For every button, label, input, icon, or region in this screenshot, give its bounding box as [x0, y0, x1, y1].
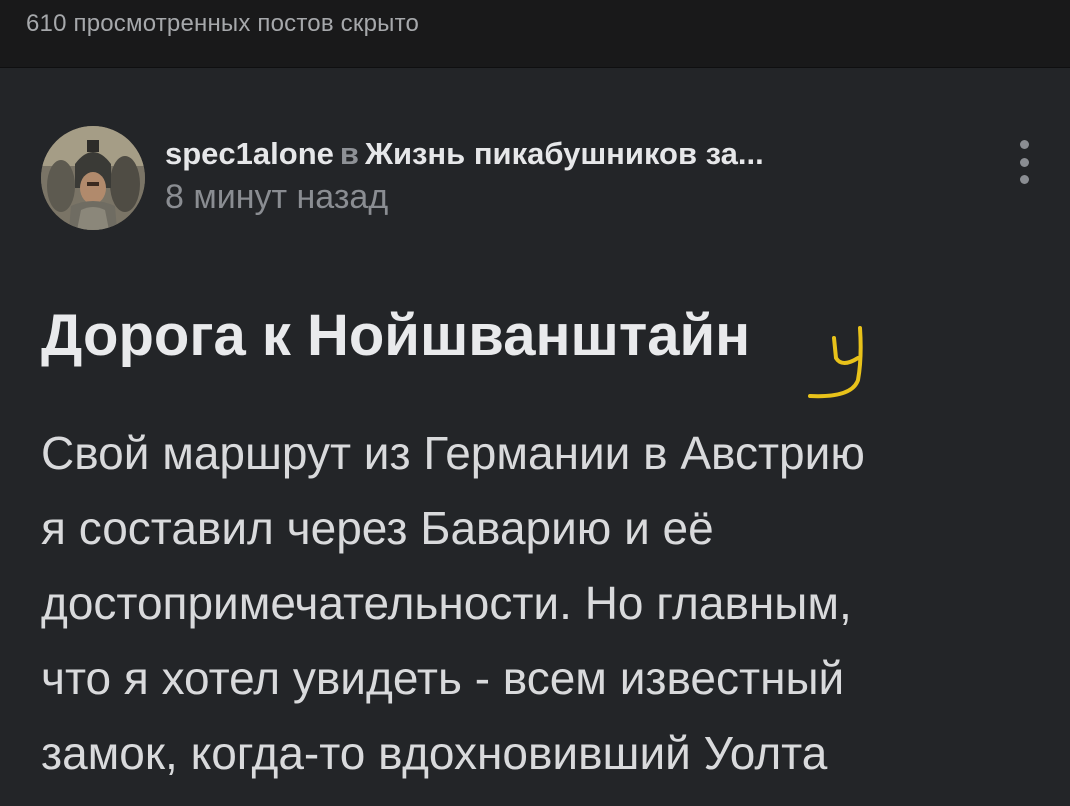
in-word: в — [339, 136, 359, 171]
community-name[interactable]: Жизнь пикабушников за... — [365, 136, 764, 171]
body-line: что я хотел увидеть - всем известный — [41, 652, 845, 704]
post-time: 8 минут назад — [165, 178, 389, 216]
hidden-posts-bar[interactable]: 610 просмотренных постов скрыто — [0, 0, 1070, 68]
body-line: Свой маршрут из Германии в Австрию — [41, 427, 865, 479]
hidden-posts-count[interactable]: 610 просмотренных постов скрыто — [26, 10, 419, 38]
avatar[interactable] — [41, 126, 145, 230]
author-name[interactable]: spec1alone — [165, 136, 334, 171]
title-scribble — [808, 326, 863, 399]
post-header: spec1alone в Жизнь пикабушников за... 8 ми… — [165, 136, 995, 217]
more-vertical-icon-dot — [1019, 175, 1029, 184]
post-title[interactable]: Дорога к Нойшванштайн — [41, 302, 750, 369]
body-line: я составил через Баварию и её — [41, 502, 714, 554]
post-card: spec1alone в Жизнь пикабушников за... 8 ми… — [0, 68, 1070, 806]
body-line: достопримечательности. Но главным, — [41, 577, 852, 629]
body-line: замок, когда-то вдохновивший Уолта — [41, 727, 828, 779]
author-line: spec1alone в Жизнь пикабушников за... — [165, 136, 995, 172]
more-options-button[interactable] — [1012, 140, 1036, 184]
post-body: Свой маршрут из Германии в Австрию я сос… — [41, 416, 1041, 791]
more-vertical-icon — [1019, 140, 1029, 149]
more-vertical-icon-dot — [1019, 157, 1029, 167]
avatar-image — [41, 126, 145, 230]
